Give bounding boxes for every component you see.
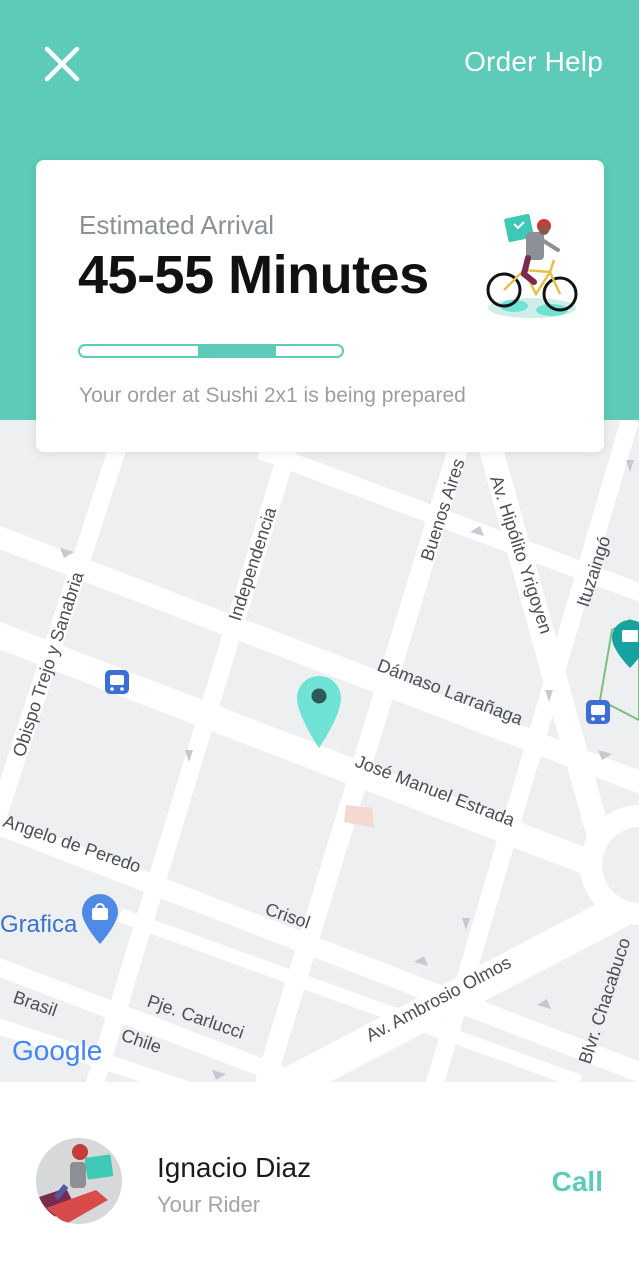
street-label-chacabuco: Blvr. Chacabuco bbox=[575, 935, 635, 1066]
map-view[interactable]: Buenos Aires Av. Hipólito Yrigoyen Ituza… bbox=[0, 420, 639, 1082]
rider-name: Ignacio Diaz bbox=[157, 1152, 312, 1183]
order-help-link[interactable]: Order Help bbox=[464, 46, 603, 78]
eta-card: Estimated Arrival 45-55 Minutes Your ord… bbox=[36, 160, 604, 452]
street-label-independencia: Independencia bbox=[225, 504, 281, 623]
rider-avatar bbox=[36, 1138, 122, 1224]
eta-label: Estimated Arrival bbox=[79, 210, 275, 240]
call-button[interactable]: Call bbox=[552, 1166, 603, 1198]
museum-pin-icon[interactable] bbox=[612, 620, 639, 668]
place-label-grafica: Grafica bbox=[0, 911, 78, 938]
rider-avatar-illustration bbox=[36, 1138, 122, 1224]
eta-value: 45-55 Minutes bbox=[78, 245, 429, 305]
rider-role: Your Rider bbox=[157, 1192, 261, 1217]
google-logo: Google bbox=[12, 1035, 102, 1066]
map-canvas: Buenos Aires Av. Hipólito Yrigoyen Ituza… bbox=[0, 420, 639, 1082]
bus-stop-icon[interactable] bbox=[105, 670, 129, 694]
rider-on-bicycle-icon bbox=[486, 213, 578, 318]
bus-stop-icon[interactable] bbox=[586, 700, 610, 724]
order-progress-fill bbox=[197, 346, 277, 356]
location-pin-icon[interactable] bbox=[297, 676, 341, 748]
close-button[interactable] bbox=[38, 40, 86, 88]
order-status-text: Your order at Sushi 2x1 is being prepare… bbox=[79, 384, 466, 407]
close-icon bbox=[44, 46, 80, 82]
order-progress-bar bbox=[78, 344, 344, 358]
shopping-pin-icon[interactable] bbox=[82, 894, 118, 944]
rider-panel: Ignacio Diaz Your Rider Call bbox=[0, 1082, 639, 1280]
